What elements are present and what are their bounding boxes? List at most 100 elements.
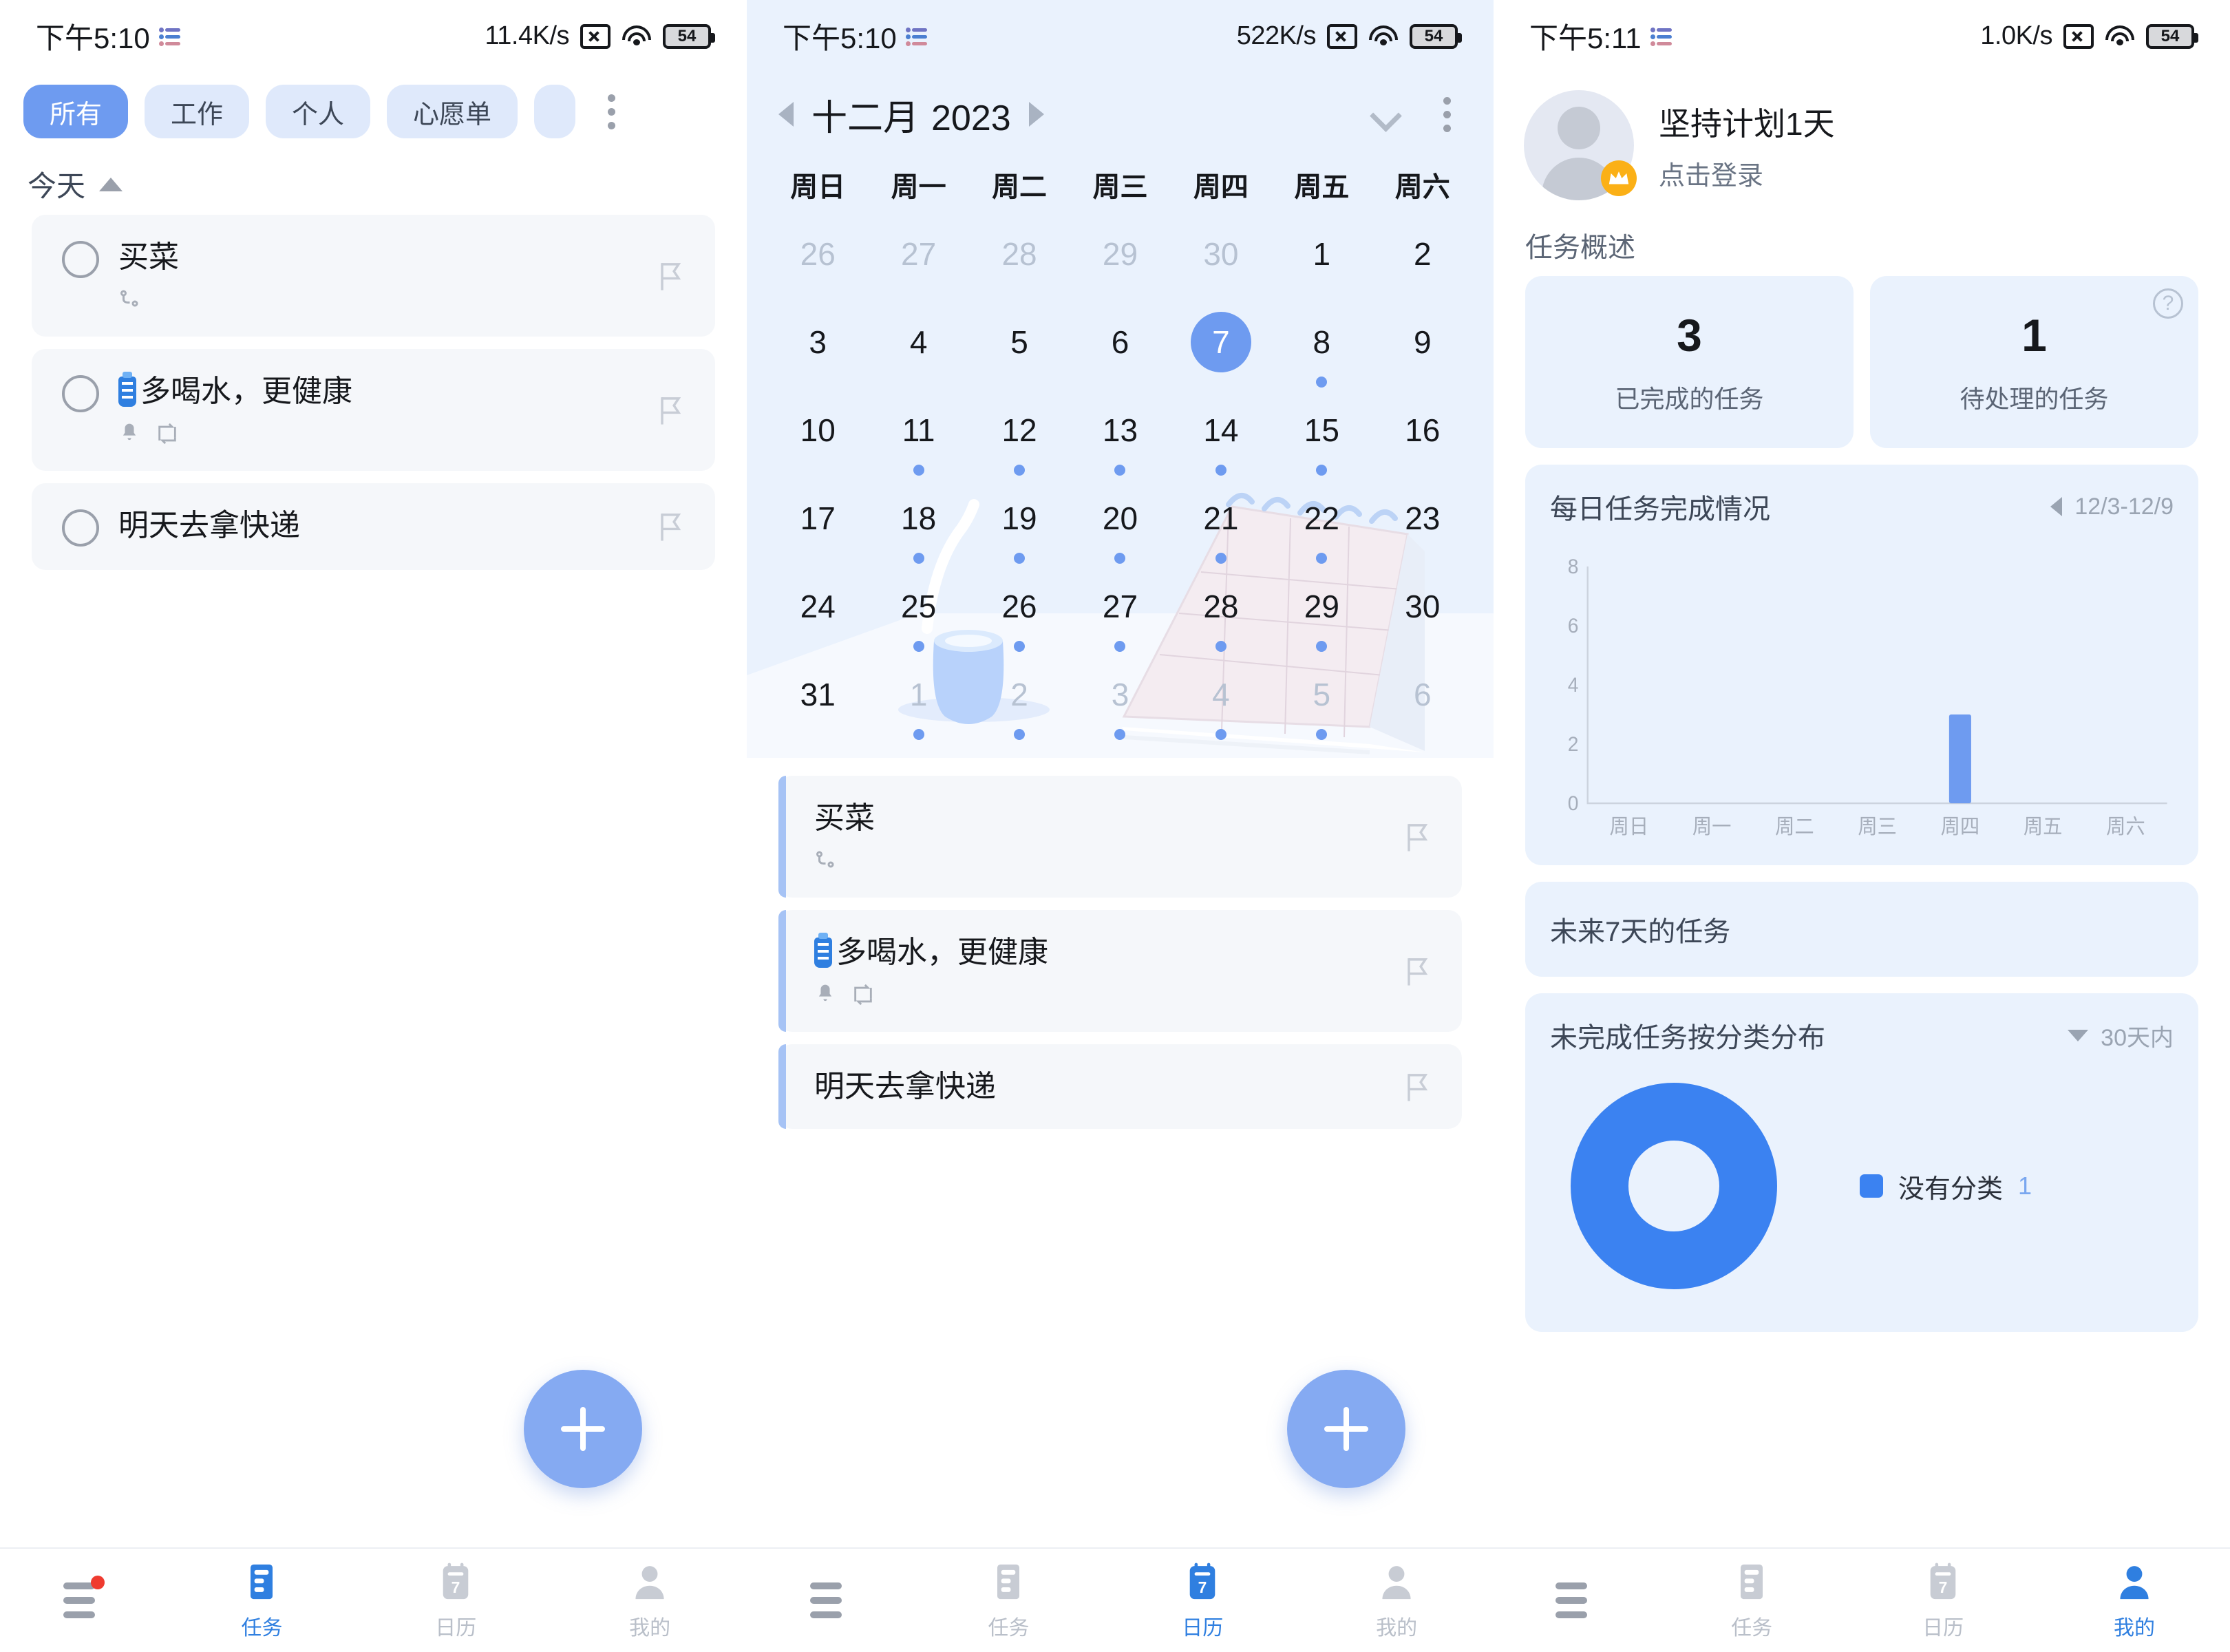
calendar-day-cell[interactable]: 28 [1171,568,1271,656]
chip-wishlist[interactable]: 心愿单 [387,85,518,138]
stat-card-completed[interactable]: 3 已完成的任务 [1525,276,1854,448]
calendar-day-cell[interactable]: 15 [1271,392,1372,480]
calendar-day-cell[interactable]: 2 [969,656,1070,744]
chevron-down-icon[interactable] [1372,100,1400,128]
more-options-icon[interactable] [1432,87,1462,141]
login-prompt[interactable]: 点击登录 [1659,154,1835,192]
calendar-day-cell[interactable]: 8 [1271,304,1372,392]
calendar-day-cell[interactable]: 23 [1372,480,1473,568]
calendar-day-cell[interactable]: 3 [1070,656,1170,744]
hamburger-icon[interactable] [809,1581,849,1620]
calendar-day-cell[interactable]: 10 [767,392,868,480]
task-row[interactable]: 多喝水，更健康 [778,910,1462,1032]
calendar-day-cell[interactable]: 30 [1171,215,1271,304]
task-checkbox[interactable] [62,375,99,412]
prev-month-icon[interactable] [778,102,794,127]
calendar-day-cell[interactable]: 9 [1372,304,1473,392]
calendar-day-cell[interactable]: 2 [1372,215,1473,304]
date-range-control[interactable]: 12/3-12/9 [2050,494,2174,520]
chevron-up-icon[interactable] [99,177,123,191]
add-task-button[interactable] [524,1370,642,1488]
calendar-day-cell[interactable]: 29 [1070,215,1170,304]
task-row[interactable]: 明天去拿快递 [778,1044,1462,1129]
flag-icon[interactable] [1403,820,1432,854]
calendar-day-cell[interactable]: 6 [1070,304,1170,392]
calendar-day-cell[interactable]: 18 [868,480,968,568]
calendar-day-cell[interactable]: 27 [1070,568,1170,656]
calendar-day-cell[interactable]: 5 [1271,656,1372,744]
chip-overflow[interactable] [534,85,576,138]
stat-card-pending[interactable]: ? 1 待处理的任务 [1870,276,2198,448]
nav-item-tasks[interactable]: 任务 [165,1549,359,1652]
upcoming-tasks-card[interactable]: 未来7天的任务 [1525,882,2198,977]
hamburger-icon[interactable] [63,1576,105,1620]
calendar-title[interactable]: 十二月 2023 [811,89,1011,140]
calendar-day-cell[interactable]: 22 [1271,480,1372,568]
calendar-day-cell[interactable]: 7 [1171,304,1271,392]
task-row[interactable]: 多喝水，更健康 [32,349,715,471]
task-checkbox[interactable] [62,241,99,278]
nav-item-profile[interactable]: 我的 [1299,1549,1494,1652]
calendar-day-cell[interactable]: 26 [767,215,868,304]
calendar-day-cell[interactable]: 1 [868,656,968,744]
chip-personal[interactable]: 个人 [266,85,371,138]
calendar-day-cell[interactable]: 30 [1372,568,1473,656]
flag-icon[interactable] [656,394,685,427]
calendar-day-cell[interactable]: 24 [767,568,868,656]
avatar[interactable] [1524,90,1637,200]
profile-header[interactable]: 坚持计划1天 点击登录 [1494,72,2230,211]
task-row[interactable]: 买菜 [32,215,715,337]
calendar-day-cell[interactable]: 12 [969,392,1070,480]
today-section-header[interactable]: 今天 [0,145,747,215]
calendar-day-cell[interactable]: 16 [1372,392,1473,480]
flag-icon[interactable] [1403,955,1432,988]
nav-item-tasks[interactable]: 任务 [1656,1549,1847,1652]
calendar-day-cell[interactable]: 3 [767,304,868,392]
calendar-day-cell[interactable]: 25 [868,568,968,656]
chevron-down-icon[interactable] [2068,1029,2089,1041]
calendar-day-cell[interactable]: 14 [1171,392,1271,480]
calendar-day-cell[interactable]: 5 [969,304,1070,392]
calendar-day-cell[interactable]: 29 [1271,568,1372,656]
nav-item-calendar[interactable]: 7 日历 [359,1549,553,1652]
battery-icon: 54 [1410,23,1462,49]
calendar-day-cell[interactable]: 31 [767,656,868,744]
nav-item-menu[interactable] [747,1549,912,1652]
nav-item-calendar[interactable]: 7 日历 [1847,1549,2039,1652]
calendar-day-cell[interactable]: 1 [1271,215,1372,304]
nav-item-menu[interactable] [0,1549,165,1652]
calendar-day-cell[interactable]: 21 [1171,480,1271,568]
calendar-day-cell[interactable]: 13 [1070,392,1170,480]
nav-item-tasks[interactable]: 任务 [912,1549,1106,1652]
add-task-button[interactable] [1287,1370,1405,1488]
calendar-day-cell[interactable]: 19 [969,480,1070,568]
nav-item-menu[interactable] [1494,1549,1656,1652]
task-checkbox[interactable] [62,509,99,547]
calendar-day-cell[interactable]: 26 [969,568,1070,656]
chip-work[interactable]: 工作 [145,85,250,138]
next-month-icon[interactable] [1028,102,1044,127]
flag-icon[interactable] [656,260,685,293]
calendar-day-cell[interactable]: 4 [1171,656,1271,744]
calendar-day-cell[interactable]: 28 [969,215,1070,304]
task-row[interactable]: 买菜 [778,776,1462,898]
task-row[interactable]: 明天去拿快递 [32,483,715,570]
more-options-icon[interactable] [596,85,626,138]
flag-icon[interactable] [1403,1070,1432,1103]
nav-item-calendar[interactable]: 7 日历 [1105,1549,1299,1652]
nav-item-profile[interactable]: 我的 [2039,1549,2230,1652]
calendar-day-cell[interactable]: 17 [767,480,868,568]
chip-all[interactable]: 所有 [23,85,129,138]
calendar-day-cell[interactable]: 20 [1070,480,1170,568]
hamburger-icon[interactable] [1555,1581,1594,1620]
calendar-day-cell[interactable]: 6 [1372,656,1473,744]
prev-week-icon[interactable] [2050,497,2063,516]
nav-item-profile[interactable]: 我的 [553,1549,747,1652]
range-dropdown[interactable]: 30天内 [2068,1019,2174,1052]
calendar-day-cell[interactable]: 27 [868,215,968,304]
help-icon[interactable]: ? [2153,288,2183,319]
calendar-day-cell[interactable]: 11 [868,392,968,480]
calendar-day-cell[interactable]: 4 [868,304,968,392]
flag-icon[interactable] [656,510,685,543]
status-time: 下午5:10 [36,22,150,54]
